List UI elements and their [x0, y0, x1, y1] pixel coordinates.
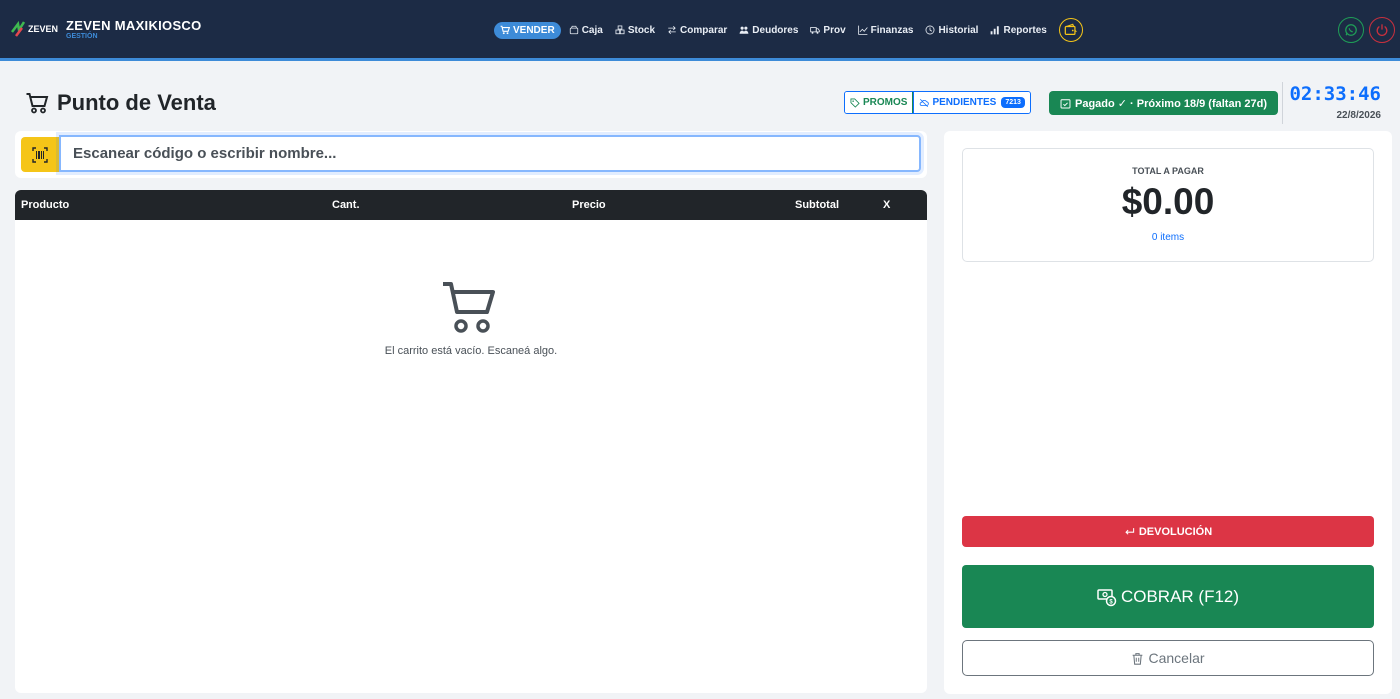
cash-register-icon	[569, 25, 578, 35]
cart-icon	[26, 93, 49, 114]
page-title: Punto de Venta	[57, 90, 216, 115]
pendientes-button[interactable]: PENDIENTES 7213	[913, 92, 1030, 113]
nav-finanzas[interactable]: Finanzas	[857, 25, 913, 36]
pendientes-count-badge: 7213	[1001, 97, 1025, 108]
cash-coin-icon: $	[1097, 588, 1117, 606]
return-arrow-icon	[1125, 528, 1134, 535]
column-header-remove: X	[883, 199, 891, 211]
nav-deudores[interactable]: Deudores	[739, 25, 798, 36]
page-header: Punto de Venta	[25, 90, 216, 116]
column-header-subtotal: Subtotal	[795, 199, 839, 211]
nav-reportes[interactable]: Reportes	[990, 25, 1047, 36]
cart-table: Producto Cant. Precio Subtotal X El carr…	[15, 190, 927, 693]
trash-icon	[1133, 652, 1143, 665]
boxes-icon	[615, 25, 625, 35]
cart-icon	[500, 25, 510, 35]
nav-stock[interactable]: Stock	[615, 25, 655, 36]
whatsapp-icon	[1345, 24, 1357, 36]
brand-subtitle: GESTIÓN	[66, 32, 98, 40]
current-date: 22/8/2026	[1336, 110, 1382, 121]
devolucion-button[interactable]: DEVOLUCIÓN	[962, 516, 1374, 547]
calendar-check-icon	[1060, 98, 1071, 108]
search-card	[15, 131, 927, 178]
graph-up-icon	[857, 25, 868, 35]
truck-icon	[810, 27, 821, 34]
empty-cart-message: El carrito está vacío. Escaneá algo.	[384, 345, 558, 357]
empty-cart-icon	[443, 282, 495, 333]
cancelar-button[interactable]: Cancelar	[962, 640, 1374, 676]
empty-cart-state: El carrito está vacío. Escaneá algo.	[15, 278, 927, 357]
power-icon	[1376, 24, 1388, 36]
total-label: TOTAL A PAGAR	[1132, 166, 1204, 176]
nav-prov[interactable]: Prov	[810, 25, 846, 36]
wallet-button[interactable]	[1058, 18, 1083, 42]
brand[interactable]: ZEVEN ZEVEN MAXIKIOSCO GESTIÓN	[10, 18, 202, 40]
clock: 02:33:46	[1289, 83, 1381, 105]
nav-caja[interactable]: Caja	[569, 25, 603, 36]
product-search-input[interactable]	[59, 135, 921, 172]
cart-table-header: Producto Cant. Precio Subtotal X	[15, 190, 927, 220]
promos-pendientes-group: PROMOS PENDIENTES 7213	[844, 91, 1031, 114]
total-summary: TOTAL A PAGAR $0.00 0 items	[962, 148, 1374, 262]
subscription-status-badge: Pagado ✓ · Próximo 18/9 (faltan 27d)	[1049, 91, 1278, 115]
cobrar-button[interactable]: $ COBRAR (F12)	[962, 565, 1374, 628]
power-button[interactable]	[1369, 17, 1395, 43]
brand-logo: ZEVEN	[10, 18, 58, 40]
barcode-scan-icon	[32, 146, 48, 163]
nav-historial[interactable]: Historial	[925, 25, 978, 36]
total-amount: $0.00	[1121, 181, 1215, 222]
column-header-cantidad: Cant.	[332, 199, 360, 211]
header-divider	[1282, 82, 1283, 124]
arrows-exchange-icon	[668, 25, 676, 35]
cloud-off-icon	[920, 98, 930, 107]
items-count: 0 items	[1151, 232, 1185, 243]
nav-comparar[interactable]: Comparar	[667, 25, 727, 36]
clock-history-icon	[925, 25, 935, 35]
checkout-panel: TOTAL A PAGAR $0.00 0 items DEVOLUCIÓN $…	[944, 131, 1392, 694]
people-icon	[739, 26, 749, 34]
tag-icon	[850, 98, 860, 108]
svg-text:ZEVEN: ZEVEN	[28, 24, 58, 34]
column-header-precio: Precio	[572, 199, 606, 211]
main-nav: VENDER Caja Stock Comparar Deudores Prov…	[494, 18, 1083, 42]
wallet-icon	[1064, 23, 1077, 35]
column-header-producto: Producto	[21, 199, 70, 211]
promos-button[interactable]: PROMOS	[844, 92, 914, 113]
whatsapp-button[interactable]	[1338, 17, 1364, 43]
nav-vender[interactable]: VENDER	[494, 21, 561, 39]
brand-title: ZEVEN MAXIKIOSCO	[66, 17, 202, 33]
scan-button[interactable]	[21, 137, 59, 172]
top-navbar: ZEVEN ZEVEN MAXIKIOSCO GESTIÓN VENDER Ca…	[0, 0, 1400, 61]
bar-chart-icon	[991, 26, 1000, 35]
